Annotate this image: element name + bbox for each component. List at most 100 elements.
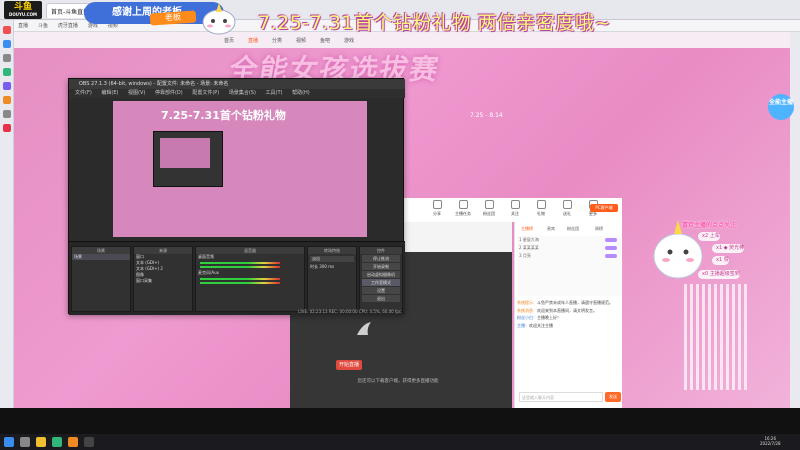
studio-mode-button[interactable]: 工作室模式	[362, 279, 400, 286]
level-badge	[605, 246, 617, 250]
windows-taskbar	[0, 434, 800, 450]
start-recording-button[interactable]: 开始录制	[362, 263, 400, 270]
nav-item[interactable]: 首页	[224, 37, 234, 44]
search-icon[interactable]	[20, 437, 30, 447]
toolbar-fans[interactable]: 粉丝团	[478, 200, 500, 217]
nav-item[interactable]: 鱼吧	[320, 37, 330, 44]
virtual-camera-button[interactable]: 启动虚拟摄像机	[362, 271, 400, 278]
start-icon[interactable]	[4, 437, 14, 447]
chat-tab[interactable]: 主播榜	[521, 226, 533, 232]
folder-icon[interactable]	[36, 437, 46, 447]
obs-menu-item[interactable]: 文件(F)	[75, 90, 92, 96]
nav-item[interactable]: 视频	[296, 37, 306, 44]
decorative-stripes	[684, 284, 748, 390]
msg-user[interactable]: 系统消息：	[517, 308, 537, 313]
app-icon[interactable]	[68, 437, 78, 447]
pc-client-button[interactable]: PC客户端	[590, 204, 618, 212]
obs-icon[interactable]	[84, 437, 94, 447]
sources-dock: 来源 窗口 文本 (GDI+) 文本 (GDI+) 2 图像 窗口采集	[133, 246, 193, 312]
app-icon[interactable]	[3, 68, 11, 76]
follow-prompt: 喜欢主播的点点关注	[682, 222, 737, 229]
taskbar-clock[interactable]: 16:26 2022/7/28	[760, 436, 781, 446]
gift-goal: x1 赞	[712, 256, 729, 265]
source-item[interactable]: 窗口采集	[134, 278, 192, 284]
transition-select[interactable]: 淡出	[310, 256, 354, 262]
app-icon[interactable]	[3, 54, 11, 62]
stop-stream-button[interactable]: 停止推流	[362, 255, 400, 262]
preview-marquee: 7.25-7.31首个钻粉礼物	[161, 109, 286, 122]
fans-icon	[484, 200, 494, 209]
bookmark-item[interactable]: 虎牙直播	[58, 22, 78, 29]
start-live-button[interactable]: 开始直播	[336, 360, 362, 370]
clock-date: 2022/7/28	[760, 441, 781, 446]
nav-item[interactable]: 直播	[248, 37, 258, 44]
chat-panel: 主播榜 贵宾 粉丝团 周榜 1 星辰大海 2 某某某某 3 月亮 系统提示：斗鱼…	[514, 222, 622, 408]
chat-tab[interactable]: 粉丝团	[567, 226, 579, 232]
app-icon[interactable]	[3, 26, 11, 34]
send-button[interactable]: 发送	[605, 392, 621, 402]
toolbar-follow[interactable]: 关注	[504, 200, 526, 217]
msg-user[interactable]: 粉丝小白：	[517, 315, 537, 320]
duration-field[interactable]: 时长 300 ms	[308, 264, 356, 270]
chat-message: 粉丝小白：主播晚上好！	[517, 315, 621, 321]
chat-messages: 系统提示：斗鱼严禁未成年人直播，请遵守直播规范。 系统消息：欢迎来到本直播间，请…	[517, 300, 621, 390]
rank-text: 2 某某某某	[519, 245, 539, 250]
app-icon[interactable]	[3, 110, 11, 118]
app-icon[interactable]	[3, 40, 11, 48]
toolbar-task[interactable]: 主播任务	[452, 200, 474, 217]
obs-title-bar[interactable]: OBS 27.1.3 (64-bit, windows) - 配置文件: 未命名…	[69, 79, 405, 89]
msg-text: 主播晚上好！	[537, 315, 561, 320]
dock-header: 混音器	[196, 247, 304, 254]
app-icon[interactable]	[3, 124, 11, 132]
obs-menu-item[interactable]: 帮助(H)	[292, 90, 310, 96]
toolbar-send[interactable]: 送礼	[556, 200, 578, 217]
toolbar-gift[interactable]: 礼物	[530, 200, 552, 217]
exit-button[interactable]: 退出	[362, 295, 400, 302]
app-icon[interactable]	[3, 96, 11, 104]
obs-menu-item[interactable]: 视图(V)	[128, 90, 145, 96]
hero-date: 7.25 - 8.14	[470, 112, 503, 119]
nav-item[interactable]: 分类	[272, 37, 282, 44]
task-icon	[458, 200, 468, 209]
obs-status-bar: LIVE: 02:23:13 REC: 00:00:00 CPU: 4.5%, …	[298, 309, 401, 314]
chat-input[interactable]: 这里输入聊天内容	[519, 392, 603, 402]
toolbar-share[interactable]: 分享	[426, 200, 448, 217]
chat-tab[interactable]: 周榜	[595, 226, 603, 232]
obs-menu-item[interactable]: 场景集合(S)	[229, 90, 256, 96]
rank-text: 1 星辰大海	[519, 237, 539, 242]
obs-menu-item[interactable]: 编辑(E)	[101, 90, 118, 96]
obs-menu-item[interactable]: 配置文件(P)	[192, 90, 219, 96]
dock-header: 控件	[360, 247, 402, 254]
rank-row[interactable]: 1 星辰大海	[517, 236, 621, 244]
douyu-logo[interactable]: 斗鱼 DOUYU.COM	[4, 1, 42, 19]
logo-subtext: DOUYU.COM	[9, 12, 37, 17]
bookmark-item[interactable]: 斗鱼	[38, 22, 48, 29]
msg-user[interactable]: 主播：	[517, 323, 529, 328]
mixer-track	[196, 260, 304, 270]
app-icon[interactable]	[3, 82, 11, 90]
msg-text: 欢迎来到本直播间，请文明发言。	[537, 307, 597, 313]
obs-menu-item[interactable]: 停靠部件(D)	[155, 90, 183, 96]
audio-meter	[200, 262, 280, 264]
rank-row[interactable]: 2 某某某某	[517, 244, 621, 252]
event-badge[interactable]: 全能主播	[768, 94, 794, 120]
app-icon[interactable]	[52, 437, 62, 447]
msg-user[interactable]: 系统提示：	[517, 300, 537, 305]
bookmark-item[interactable]: 直播	[18, 22, 28, 29]
chat-tab[interactable]: 贵宾	[547, 226, 555, 232]
level-badge	[605, 254, 617, 258]
scene-item[interactable]: 场景	[72, 254, 130, 260]
audio-meter	[200, 278, 280, 280]
gift-goal: x1 ◆ 荧光棒	[712, 244, 745, 253]
settings-button[interactable]: 设置	[362, 287, 400, 294]
controls-dock: 控件 停止推流 开始录制 启动虚拟摄像机 工作室模式 设置 退出	[359, 246, 403, 312]
toolbar-label: 分享	[433, 211, 441, 216]
obs-preview[interactable]: 7.25-7.31首个钻粉礼物	[113, 101, 367, 237]
obs-menu-item[interactable]: 工具(T)	[266, 90, 283, 96]
rank-text: 3 月亮	[519, 253, 531, 258]
obs-window: OBS 27.1.3 (64-bit, windows) - 配置文件: 未命名…	[68, 78, 405, 315]
browser-sidebar	[0, 20, 14, 408]
nav-item[interactable]: 游戏	[344, 37, 354, 44]
follow-icon	[510, 200, 520, 209]
rank-row[interactable]: 3 月亮	[517, 252, 621, 260]
